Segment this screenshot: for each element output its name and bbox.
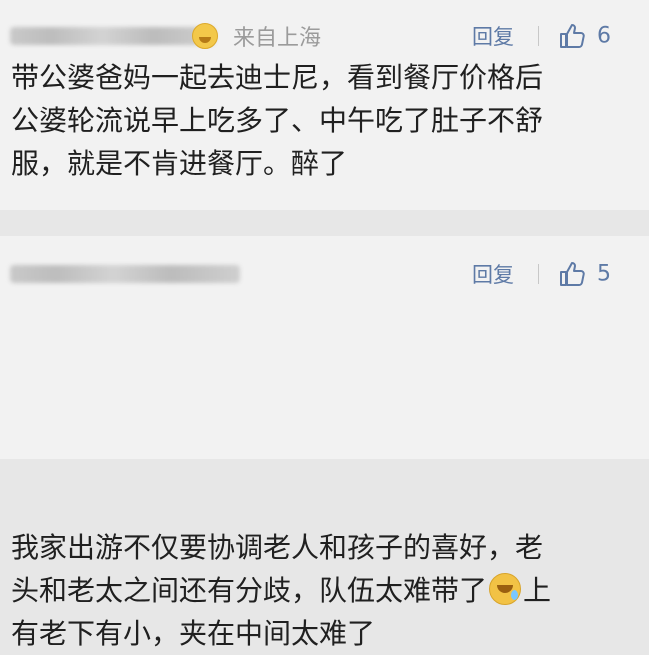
comment-line: 有老下有小，夹在中间太难了: [11, 617, 376, 650]
comment-line: 头和老太之间还有分歧，队伍太难带了 上: [11, 569, 637, 612]
comment-text: 带公婆爸妈一起去迪士尼，看到餐厅价格后 公婆轮流说早上吃多了、中午吃了肚子不舒 …: [11, 56, 637, 185]
comment-line: 带公婆爸妈一起去迪士尼，看到餐厅价格后: [11, 61, 544, 94]
comment-text: 我家出游不仅要协调老人和孩子的喜好，老 头和老太之间还有分歧，队伍太难带了 上 有…: [11, 526, 637, 655]
blurred-username: [10, 265, 240, 283]
smiling-face-emoji-icon: [192, 23, 218, 49]
comment-line: 我家出游不仅要协调老人和孩子的喜好，老: [11, 531, 544, 564]
thumbs-up-icon[interactable]: [557, 21, 587, 51]
thumbs-up-icon[interactable]: [557, 259, 587, 289]
comment-location: 来自上海: [233, 26, 322, 51]
reply-button[interactable]: 回复: [472, 21, 514, 51]
laughing-tears-emoji-icon: [489, 573, 522, 605]
comment-card: 回复 5 我家出游不仅要协调老人和孩子的喜好，老 头和老太之间还有分歧，队伍太难…: [0, 236, 649, 650]
comment-header: 回复 5: [0, 252, 649, 296]
like-count: 6: [597, 23, 611, 49]
comment-card: 来自上海 回复 6 带公婆爸妈一起去迪士尼，看到餐厅价格后 公婆轮流说早上吃多了…: [0, 0, 649, 210]
comment-line-text: 上: [523, 574, 552, 607]
divider: [538, 26, 539, 46]
blurred-username: [10, 27, 215, 45]
reply-button[interactable]: 回复: [472, 259, 514, 289]
comment-line: 公婆轮流说早上吃多了、中午吃了肚子不舒: [11, 104, 544, 137]
like-count: 5: [597, 261, 611, 287]
comment-line-text: 头和老太之间还有分歧，队伍太难带了: [11, 574, 488, 607]
divider: [538, 264, 539, 284]
comment-header: 来自上海 回复 6: [0, 14, 649, 58]
comment-line: 服，就是不肯进餐厅。醉了: [11, 147, 348, 180]
